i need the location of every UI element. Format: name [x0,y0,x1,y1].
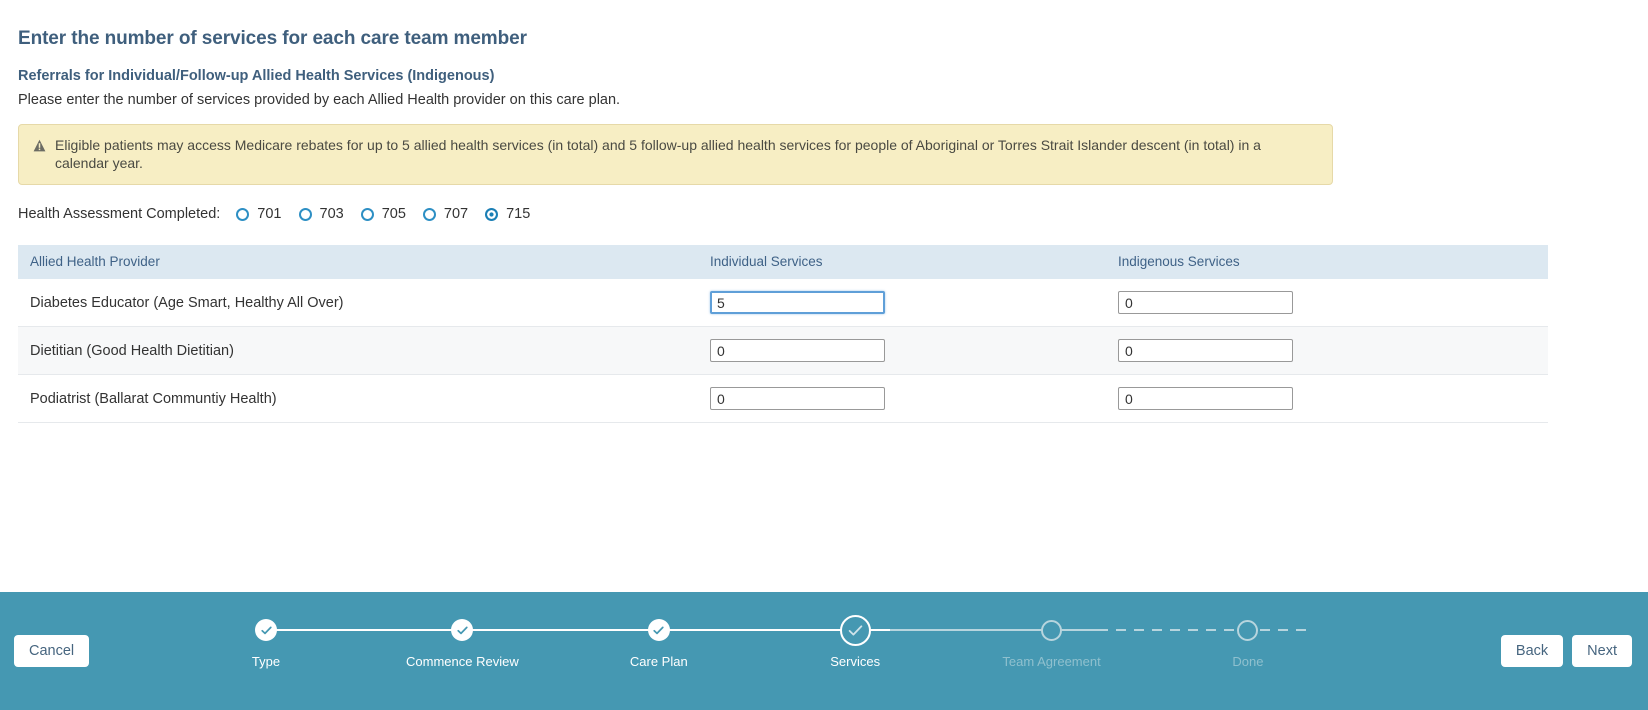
footer-navigation: Back Next [1500,634,1632,668]
table-row: Podiatrist (Ballarat Communtiy Health) [18,374,1548,423]
step-circle [255,619,277,641]
table-body: Diabetes Educator (Age Smart, Healthy Al… [18,278,1548,423]
indigenous-services-cell [1106,278,1548,327]
radio-option-705[interactable]: 705 [360,206,406,222]
page-title: Enter the number of services for each ca… [18,28,527,49]
table-row: Diabetes Educator (Age Smart, Healthy Al… [18,278,1548,327]
wizard-stepper: Type Commence Review Care Plan Services … [196,614,1318,684]
indigenous-services-cell [1106,374,1548,423]
radio-label: 707 [443,206,469,222]
back-button[interactable]: Back [1500,634,1564,668]
individual-services-input[interactable] [710,387,885,410]
step-care-plan[interactable]: Care Plan [589,614,729,669]
step-list: Type Commence Review Care Plan Services … [196,614,1318,669]
step-done[interactable]: Done [1178,614,1318,669]
indigenous-services-input[interactable] [1118,387,1293,410]
check-icon [457,626,468,634]
individual-services-input[interactable] [710,339,885,362]
radio-circle-icon [236,207,250,221]
step-circle [451,619,474,641]
provider-name: Dietitian (Good Health Dietitian) [18,326,698,375]
check-icon [653,626,664,634]
indigenous-services-input[interactable] [1118,339,1293,362]
indigenous-services-cell [1106,326,1548,375]
radio-option-715[interactable]: 715 [485,206,530,222]
warning-text: Eligible patients may access Medicare re… [55,137,1261,171]
provider-name: Podiatrist (Ballarat Communtiy Health) [18,374,698,423]
check-icon [848,624,862,635]
step-label: Services [830,654,881,669]
step-circle [647,619,670,641]
radio-circle-icon [360,207,374,221]
individual-services-cell [698,374,1106,423]
indigenous-services-input[interactable] [1118,291,1293,314]
individual-services-input[interactable] [710,291,885,314]
step-label: Team Agreement [1002,654,1101,669]
column-header-individual-services: Individual Services [698,245,1106,279]
health-assessment-radio-group: Health Assessment Completed: 701 703 705… [18,203,1630,225]
wizard-footer: Cancel Type Commence Review Care Plan Se… [0,592,1648,710]
step-circle-empty [1237,619,1259,641]
warning-triangle-icon [33,139,46,153]
table-row: Dietitian (Good Health Dietitian) [18,326,1548,375]
section-title: Referrals for Individual/Follow-up Allie… [18,68,495,84]
table-header-row: Allied Health Provider Individual Servic… [18,245,1548,279]
section-description: Please enter the number of services prov… [18,92,621,108]
radio-label: 715 [506,206,531,222]
radio-circle-selected-icon [485,207,499,221]
radio-label: 703 [319,206,344,222]
radio-circle-icon [298,207,312,221]
radio-label: 701 [257,206,282,222]
radio-option-703[interactable]: 703 [298,206,344,222]
individual-services-cell [698,326,1106,375]
step-label: Care Plan [629,654,688,669]
step-services[interactable]: Services [785,614,925,669]
next-button[interactable]: Next [1572,634,1632,668]
provider-name: Diabetes Educator (Age Smart, Healthy Al… [18,278,698,327]
radio-label: 705 [381,206,406,222]
check-icon [260,626,272,634]
page-content: Enter the number of services for each ca… [0,0,1648,592]
column-header-indigenous-services: Indigenous Services [1106,245,1548,279]
radio-option-701[interactable]: 701 [236,206,282,222]
step-type[interactable]: Type [196,614,336,669]
step-label: Type [251,654,281,669]
radio-option-707[interactable]: 707 [422,206,469,222]
column-header-provider: Allied Health Provider [18,245,698,279]
individual-services-cell [698,278,1106,327]
step-circle-empty [1041,619,1063,641]
cancel-button[interactable]: Cancel [14,634,90,668]
step-label: Commence Review [406,654,519,669]
eligibility-warning-banner: Eligible patients may access Medicare re… [18,124,1333,185]
radio-circle-icon [422,207,436,221]
step-circle-current [839,614,871,646]
step-label: Done [1232,654,1264,669]
step-commence-review[interactable]: Commence Review [392,614,532,669]
services-table: Allied Health Provider Individual Servic… [18,245,1548,423]
step-team-agreement[interactable]: Team Agreement [982,614,1122,669]
table-head: Allied Health Provider Individual Servic… [18,245,1548,279]
health-assessment-label: Health Assessment Completed: [18,206,221,222]
